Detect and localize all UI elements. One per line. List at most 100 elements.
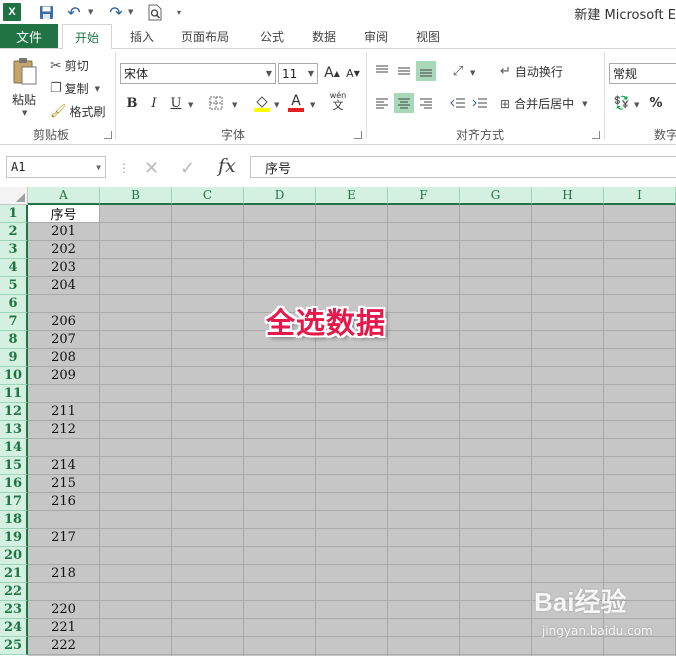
cell-a4[interactable]: 203 [28,259,99,276]
cell-a16[interactable]: 215 [28,475,99,492]
cell-a3[interactable]: 202 [28,241,99,258]
paste-dropdown-icon[interactable]: ▼ [22,109,27,117]
font-size-dropdown-icon[interactable]: ▼ [308,69,314,78]
increase-font-icon[interactable]: A ▲ [322,63,342,83]
cell-a10[interactable]: 209 [28,367,99,384]
paste-button[interactable]: 粘贴 [12,91,36,108]
row-header-7[interactable]: 7 [0,313,28,331]
column-header-a[interactable]: A [28,187,100,205]
insert-function-icon[interactable]: fx [218,155,236,177]
column-header-g[interactable]: G [460,187,532,205]
wrap-text-button[interactable]: ↵ 自动换行 [500,63,563,80]
clipboard-launcher-icon[interactable] [104,131,112,139]
row-header-16[interactable]: 16 [0,475,28,493]
row-header-20[interactable]: 20 [0,547,28,565]
tab-insert[interactable]: 插入 [120,24,164,48]
row-header-6[interactable]: 6 [0,295,28,313]
align-left-icon[interactable] [372,93,392,113]
cell-a20[interactable] [28,547,99,564]
cell-a9[interactable]: 208 [28,349,99,366]
cell-a15[interactable]: 214 [28,457,99,474]
fill-color-icon[interactable] [252,93,272,113]
row-header-18[interactable]: 18 [0,511,28,529]
row-header-19[interactable]: 19 [0,529,28,547]
row-header-14[interactable]: 14 [0,439,28,457]
customize-quick-access-icon[interactable]: ▾ [174,3,184,21]
tab-page-layout[interactable]: 页面布局 [172,24,238,48]
row-header-13[interactable]: 13 [0,421,28,439]
alignment-launcher-icon[interactable] [592,131,600,139]
cell-a23[interactable]: 220 [28,601,99,618]
cell-a11[interactable] [28,385,99,402]
row-header-9[interactable]: 9 [0,349,28,367]
row-header-10[interactable]: 10 [0,367,28,385]
number-format-combo[interactable]: 常规 [609,63,676,84]
row-header-22[interactable]: 22 [0,583,28,601]
merge-center-dropdown-icon[interactable]: ▼ [582,100,587,108]
increase-indent-icon[interactable] [470,93,490,113]
font-name-combo[interactable]: 宋体 ▼ [120,63,276,84]
phonetic-guide-icon[interactable]: wén 文 [328,91,348,112]
undo-icon[interactable]: ↶ [66,3,82,22]
undo-dropdown-icon[interactable]: ▼ [88,8,93,16]
formula-bar-grip-icon[interactable]: ⋮ [118,161,130,175]
cell-a25[interactable]: 222 [28,637,99,654]
row-header-3[interactable]: 3 [0,241,28,259]
orientation-icon[interactable]: ⤢ [448,61,468,81]
tab-home[interactable]: 开始 [62,24,112,49]
column-header-h[interactable]: H [532,187,604,205]
font-color-dropdown-icon[interactable]: ▼ [310,101,315,109]
borders-icon[interactable] [206,93,226,113]
column-header-f[interactable]: F [388,187,460,205]
align-bottom-icon[interactable] [416,61,436,81]
cell-a18[interactable] [28,511,99,528]
row-header-1[interactable]: 1 [0,205,28,223]
borders-dropdown-icon[interactable]: ▼ [232,101,237,109]
decrease-font-icon[interactable]: A ▼ [343,63,363,83]
tab-data[interactable]: 数据 [302,24,346,48]
cell-a13[interactable]: 212 [28,421,99,438]
align-center-icon[interactable] [394,93,414,113]
align-top-icon[interactable] [372,61,392,81]
row-header-17[interactable]: 17 [0,493,28,511]
cell-a14[interactable] [28,439,99,456]
select-all-button[interactable] [0,187,28,205]
font-size-combo[interactable]: 11 ▼ [278,63,318,84]
font-color-icon[interactable]: A [286,93,306,113]
enter-icon[interactable]: ✓ [180,158,195,179]
column-header-b[interactable]: B [100,187,172,205]
accounting-format-icon[interactable]: 💱 [612,93,632,113]
cell-a19[interactable]: 217 [28,529,99,546]
cut-button[interactable]: ✂ 剪切 [50,57,89,74]
underline-dropdown-icon[interactable]: ▼ [188,101,193,109]
row-header-24[interactable]: 24 [0,619,28,637]
cell-a22[interactable] [28,583,99,600]
cell-a2[interactable]: 201 [28,223,99,240]
italic-button[interactable]: I [144,93,164,113]
redo-icon[interactable]: ↷ [108,3,124,22]
fill-color-dropdown-icon[interactable]: ▼ [274,101,279,109]
row-header-5[interactable]: 5 [0,277,28,295]
copy-button[interactable]: ❐ 复制 ▼ [50,80,100,97]
row-header-23[interactable]: 23 [0,601,28,619]
copy-dropdown-icon[interactable]: ▼ [95,85,100,93]
row-header-12[interactable]: 12 [0,403,28,421]
tab-formulas[interactable]: 公式 [250,24,294,48]
bold-button[interactable]: B [122,93,142,113]
column-header-d[interactable]: D [244,187,316,205]
column-header-e[interactable]: E [316,187,388,205]
row-header-15[interactable]: 15 [0,457,28,475]
underline-button[interactable]: U [166,93,186,113]
save-icon[interactable] [38,3,54,21]
percent-button[interactable]: % [646,93,666,113]
row-header-2[interactable]: 2 [0,223,28,241]
accounting-dropdown-icon[interactable]: ▼ [634,101,639,109]
formula-input[interactable]: 序号 [250,156,676,178]
format-painter-button[interactable]: 🖌 格式刷 [50,103,106,120]
orientation-dropdown-icon[interactable]: ▼ [470,69,475,77]
cell-a12[interactable]: 211 [28,403,99,420]
cell-a8[interactable]: 207 [28,331,99,348]
column-header-c[interactable]: C [172,187,244,205]
cell-a24[interactable]: 221 [28,619,99,636]
redo-dropdown-icon[interactable]: ▼ [128,8,133,16]
